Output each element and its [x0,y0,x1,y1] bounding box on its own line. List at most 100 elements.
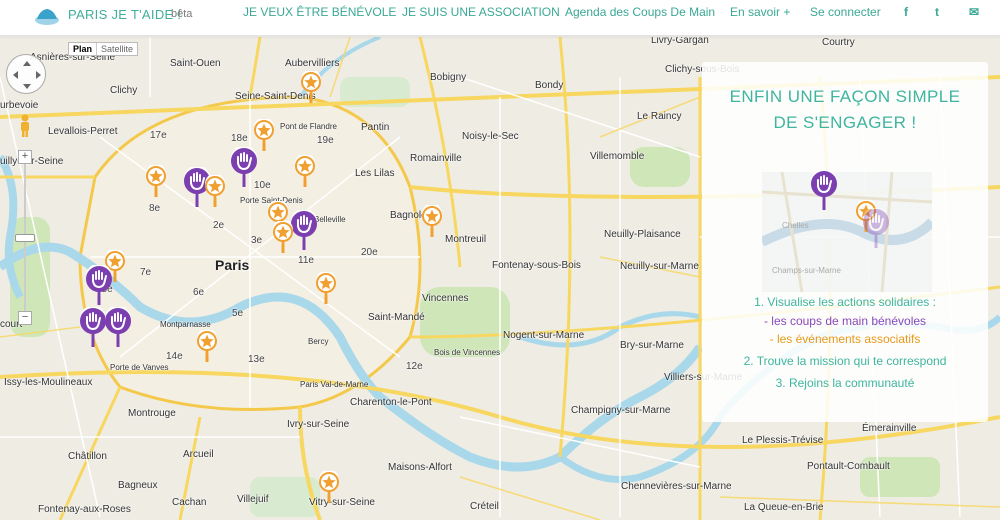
label-nogent: Nogent-sur-Marne [503,330,585,341]
label-vincennes: Vincennes [422,293,469,304]
facebook-icon[interactable]: f [904,5,908,19]
event-star-marker-icon[interactable] [318,471,340,503]
svg-text:Chelles: Chelles [782,221,809,230]
label-arr-20: 20e [361,247,378,258]
nav-login[interactable]: Se connecter [810,5,881,19]
label-arr-18: 18e [231,133,248,144]
label-montparnasse: Montparnasse [160,320,211,329]
event-star-marker-icon[interactable] [315,272,337,304]
step-1-events: - les événements associatifs [769,332,921,346]
zoom-slider-thumb[interactable] [15,234,35,242]
label-lilas: Les Lilas [355,168,395,179]
label-emerainville: Émerainville [862,423,917,434]
label-belleville: Belleville [314,215,346,224]
label-paris-val-marne: Paris Val-de-Marne [300,380,369,389]
label-arr-14: 14e [166,351,183,362]
event-star-marker-icon[interactable] [145,165,167,197]
label-cachan: Cachan [172,497,207,508]
label-bercy: Bercy [308,337,329,346]
twitter-icon[interactable]: t [935,5,939,19]
label-levallois: Levallois-Perret [48,126,118,137]
nav-learn-more[interactable]: En savoir + [730,5,790,19]
volunteer-hand-marker-icon[interactable] [104,307,132,347]
label-montreuil: Montreuil [445,234,487,245]
map-type-satellite[interactable]: Satellite [96,43,137,55]
volunteer-hand-marker-icon[interactable] [862,208,890,248]
label-neuilly-plaisance: Neuilly-Plaisance [604,229,681,240]
label-creteil: Créteil [470,501,499,512]
label-arr-7: 7e [140,267,152,278]
map-type-plan[interactable]: Plan [69,43,96,55]
label-arcueil: Arcueil [183,449,214,460]
volunteer-hand-marker-icon[interactable] [85,265,113,305]
svg-text:Champs-sur-Marne: Champs-sur-Marne [772,266,841,275]
label-bois-vincennes: Bois de Vincennes [434,348,501,357]
label-saint-mande: Saint-Mandé [368,312,425,323]
label-courtry: Courtry [822,37,855,48]
label-chatillon: Châtillon [68,451,107,462]
top-nav-bar: PARIS JE T'AIDE ! bêta JE VEUX ÊTRE BÉNÉ… [0,0,1000,36]
label-arr-11: 11e [298,255,314,266]
panel-title-line2: DE S'ENGAGER ! [773,113,917,132]
label-romainville: Romainville [410,153,462,164]
label-paris: Paris [215,257,250,273]
event-star-marker-icon[interactable] [204,175,226,207]
map-type-toggle[interactable]: Plan Satellite [68,42,139,56]
label-arr-5: 5e [232,308,244,319]
event-star-marker-icon[interactable] [294,155,316,187]
beta-tag: bêta [171,8,193,20]
event-star-marker-icon[interactable] [421,205,443,237]
step-2: 2. Trouve la mission qui te correspond [743,354,947,368]
label-arr-13: 13e [248,354,265,365]
label-champigny: Champigny-sur-Marne [571,405,671,416]
step-1-volunteer: - les coups de main bénévoles [763,314,927,328]
label-fontenay-roses: Fontenay-aux-Roses [38,504,131,515]
label-arr-17: 17e [150,130,167,141]
label-arr-19: 19e [317,135,334,146]
label-clichy: Clichy [110,85,138,96]
zoom-out-button[interactable]: − [18,311,32,325]
nav-association[interactable]: JE SUIS UNE ASSOCIATION [402,5,560,19]
label-courbevoie: urbevoie [0,100,39,111]
label-bry: Bry-sur-Marne [620,340,684,351]
label-bondy: Bondy [535,80,564,91]
label-pont-flandre: Pont de Flandre [280,122,337,131]
info-panel: ENFIN UNE FAÇON SIMPLE DE S'ENGAGER ! Ch… [702,62,988,422]
mail-icon[interactable]: ✉ [969,5,979,19]
label-queue: La Queue-en-Brie [744,502,824,513]
label-arr-6: 6e [193,287,205,298]
event-star-marker-icon[interactable] [196,330,218,362]
label-chennevieres: Chennevières-sur-Marne [621,481,732,492]
nav-agenda[interactable]: Agenda des Coups De Main [565,5,715,19]
label-pantin: Pantin [361,122,390,133]
label-pontault: Pontault-Combault [807,461,890,472]
logo-icon[interactable] [34,6,60,26]
label-maisons-alfort: Maisons-Alfort [388,462,452,473]
label-arr-12: 12e [406,361,423,372]
volunteer-hand-marker-icon[interactable] [290,210,318,250]
pan-arrows-icon [13,61,41,89]
label-bagneux: Bagneux [118,480,158,491]
event-star-marker-icon[interactable] [272,221,294,253]
brand-name[interactable]: PARIS JE T'AIDE ! [68,7,181,22]
label-livry: Livry-Gargan [651,37,709,46]
volunteer-hand-marker-icon[interactable] [230,147,258,187]
label-arr-2: 2e [213,220,225,231]
step-1: 1. Visualise les actions solidaires : [754,295,936,309]
label-charenton: Charenton-le-Pont [350,397,432,408]
zoom-in-button[interactable]: + [18,150,32,164]
event-star-marker-icon[interactable] [300,71,322,103]
label-arr-3: 3e [251,235,263,246]
panel-title: ENFIN UNE FAÇON SIMPLE DE S'ENGAGER ! [702,84,988,136]
pan-control[interactable] [6,54,46,94]
panel-illustration: Chelles Champs-sur-Marne [762,172,932,292]
step-3: 3. Rejoins la communauté [775,376,915,390]
label-montrouge: Montrouge [128,408,176,419]
volunteer-hand-marker-icon[interactable] [810,170,838,210]
label-porte-vanves: Porte de Vanves [110,363,169,372]
nav-volunteer[interactable]: JE VEUX ÊTRE BÉNÉVOLE [243,5,396,19]
label-bobigny: Bobigny [430,72,467,83]
label-issy: Issy-les-Moulineaux [4,377,93,388]
street-view-icon[interactable] [18,114,32,138]
volunteer-hand-marker-icon[interactable] [79,307,107,347]
